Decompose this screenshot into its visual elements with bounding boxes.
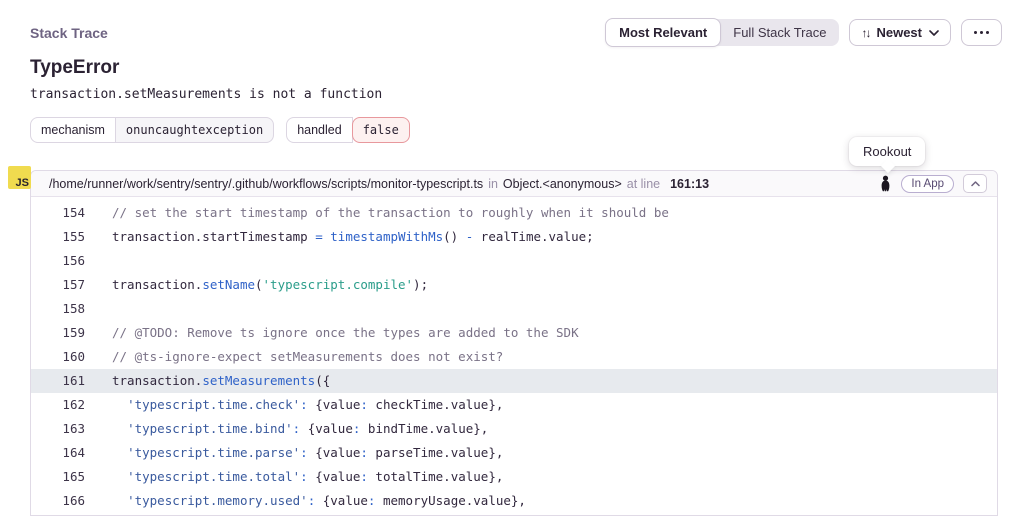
chevron-up-icon xyxy=(971,181,980,187)
line-number: 163 xyxy=(31,417,85,441)
line-number: 158 xyxy=(31,297,85,321)
code-line: 158 xyxy=(31,297,997,321)
frame-in-word: in xyxy=(488,177,498,191)
tag-handled[interactable]: handled false xyxy=(286,117,410,143)
code-text xyxy=(85,297,112,321)
collapse-frame-button[interactable] xyxy=(963,174,987,193)
ellipsis-icon xyxy=(974,31,989,34)
line-number: 154 xyxy=(31,201,85,225)
tag-value-error: false xyxy=(352,117,410,143)
code-text: transaction.startTimestamp = timestampWi… xyxy=(85,225,594,249)
more-options-button[interactable] xyxy=(961,19,1002,46)
frame-at-line-words: at line xyxy=(627,177,660,191)
in-app-badge: In App xyxy=(901,175,954,193)
code-text: 'typescript.memory.used': {value: memory… xyxy=(85,489,526,513)
code-line: 156 xyxy=(31,249,997,273)
line-number: 155 xyxy=(31,225,85,249)
toggle-most-relevant[interactable]: Most Relevant xyxy=(605,18,721,47)
rookout-tooltip: Rookout xyxy=(849,137,925,166)
code-text: 'typescript.time.parse': {value: parseTi… xyxy=(85,441,503,465)
frame-header[interactable]: /home/runner/work/sentry/sentry/.github/… xyxy=(31,171,997,197)
code-line: 155transaction.startTimestamp = timestam… xyxy=(31,225,997,249)
tag-mechanism[interactable]: mechanism onuncaughtexception xyxy=(30,117,274,143)
frame-function: Object.<anonymous> xyxy=(503,177,622,191)
line-number: 166 xyxy=(31,489,85,513)
code-text: transaction.setMeasurements({ xyxy=(85,369,330,393)
line-number: 162 xyxy=(31,393,85,417)
sort-arrows-icon: ↑↓ xyxy=(861,26,869,40)
code-line: 166 'typescript.memory.used': {value: me… xyxy=(31,489,997,513)
tag-key: handled xyxy=(286,117,353,143)
code-line: 165 'typescript.time.total': {value: tot… xyxy=(31,465,997,489)
code-text: 'typescript.time.check': {value: checkTi… xyxy=(85,393,503,417)
code-line: 164 'typescript.time.parse': {value: par… xyxy=(31,441,997,465)
code-line: 163 'typescript.time.bind': {value: bind… xyxy=(31,417,997,441)
frame-file-path: /home/runner/work/sentry/sentry/.github/… xyxy=(49,177,483,191)
sort-label: Newest xyxy=(876,25,922,40)
code-text: 'typescript.time.bind': {value: bindTime… xyxy=(85,417,488,441)
code-text: // @ts-ignore-expect setMeasurements doe… xyxy=(85,345,503,369)
tag-value: onuncaughtexception xyxy=(116,117,274,143)
line-number: 161 xyxy=(31,369,85,393)
code-line: 154// set the start timestamp of the tra… xyxy=(31,201,997,225)
rookout-debugger-icon[interactable] xyxy=(879,175,892,192)
error-message: transaction.setMeasurements is not a fun… xyxy=(30,87,382,102)
code-line: 161transaction.setMeasurements({ xyxy=(31,369,997,393)
frame-header-actions: In App xyxy=(879,174,987,193)
code-line: 162 'typescript.time.check': {value: che… xyxy=(31,393,997,417)
toggle-full-stack-trace[interactable]: Full Stack Trace xyxy=(720,19,839,46)
line-number: 160 xyxy=(31,345,85,369)
javascript-platform-icon: JS xyxy=(8,166,31,189)
line-number: 159 xyxy=(31,321,85,345)
code-line: 157transaction.setName('typescript.compi… xyxy=(31,273,997,297)
code-line: 159// @TODO: Remove ts ignore once the t… xyxy=(31,321,997,345)
stack-frame: /home/runner/work/sentry/sentry/.github/… xyxy=(30,170,998,516)
line-number: 165 xyxy=(31,465,85,489)
code-line: 160// @ts-ignore-expect setMeasurements … xyxy=(31,345,997,369)
line-number: 157 xyxy=(31,273,85,297)
error-type-title: TypeError xyxy=(30,57,119,79)
line-number: 156 xyxy=(31,249,85,273)
tags-row: mechanism onuncaughtexception handled fa… xyxy=(30,117,410,143)
code-text: 'typescript.time.total': {value: totalTi… xyxy=(85,465,503,489)
sort-newest-button[interactable]: ↑↓ Newest xyxy=(849,19,951,46)
section-title: Stack Trace xyxy=(30,25,108,41)
chevron-down-icon xyxy=(929,30,939,36)
tag-key: mechanism xyxy=(30,117,116,143)
view-toggle: Most Relevant Full Stack Trace xyxy=(606,19,839,46)
code-text: // set the start timestamp of the transa… xyxy=(85,201,669,225)
stack-trace-controls: Most Relevant Full Stack Trace ↑↓ Newest xyxy=(606,19,1002,46)
code-lines: 154// set the start timestamp of the tra… xyxy=(31,197,997,513)
line-number: 164 xyxy=(31,441,85,465)
frame-line-col: 161:13 xyxy=(670,177,709,191)
code-text: transaction.setName('typescript.compile'… xyxy=(85,273,428,297)
code-text: // @TODO: Remove ts ignore once the type… xyxy=(85,321,579,345)
code-text xyxy=(85,249,112,273)
